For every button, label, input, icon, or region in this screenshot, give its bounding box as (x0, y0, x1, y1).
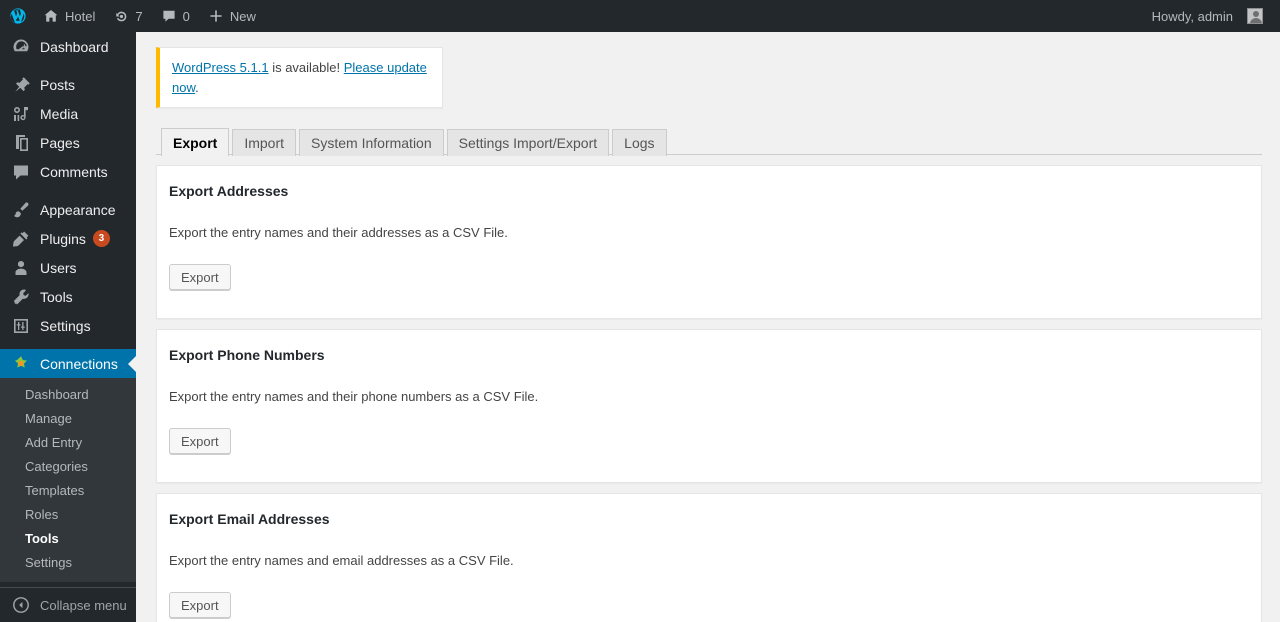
main-content: WordPress 5.1.1 is available! Please upd… (136, 32, 1280, 622)
submenu-item-templates[interactable]: Templates (0, 479, 136, 503)
new-content-label: New (229, 8, 256, 24)
panel-description: Export the entry names and their address… (169, 224, 508, 240)
brush-icon (11, 200, 31, 220)
comments-menu[interactable]: 0 (152, 0, 199, 32)
sidebar-item-tools[interactable]: Tools (0, 282, 136, 311)
sidebar-item-plugins[interactable]: Plugins 3 (0, 224, 136, 253)
site-name-label: Hotel (65, 8, 96, 24)
submenu-item-manage[interactable]: Manage (0, 407, 136, 431)
plugins-icon (11, 229, 31, 249)
export-email-addresses-button[interactable]: Export (169, 592, 231, 619)
avatar-icon (1247, 8, 1263, 24)
comment-bubble-icon (161, 8, 177, 24)
sidebar-item-label: Comments (40, 163, 108, 180)
sidebar-item-label: Posts (40, 76, 76, 93)
tab-list: Export Import System Information Setting… (161, 128, 1262, 157)
tab-import[interactable]: Import (232, 129, 297, 156)
update-notice: WordPress 5.1.1 is available! Please upd… (156, 47, 443, 108)
wordpress-logo-icon (10, 8, 26, 24)
submenu-item-categories[interactable]: Categories (0, 455, 136, 479)
sidebar-item-label: Dashboard (40, 38, 109, 55)
submenu-item-tools[interactable]: Tools (0, 527, 136, 551)
tab-system-information[interactable]: System Information (299, 129, 444, 156)
panel-title: Export Phone Numbers (169, 347, 325, 363)
sidebar-item-label: Plugins (40, 230, 86, 247)
wordpress-logo-button[interactable] (0, 0, 34, 32)
tab-settings-import-export[interactable]: Settings Import/Export (446, 129, 610, 156)
dashboard-icon (11, 37, 31, 57)
site-name-menu[interactable]: Hotel (34, 0, 104, 32)
sidebar-item-dashboard[interactable]: Dashboard (0, 32, 136, 61)
submenu-item-roles[interactable]: Roles (0, 503, 136, 527)
export-phone-numbers-panel: Export Phone Numbers Export the entry na… (156, 329, 1262, 483)
admin-bar: Hotel 7 0 New Howdy, admin (0, 0, 1280, 32)
sidebar-item-posts[interactable]: Posts (0, 70, 136, 99)
new-content-menu[interactable]: New (199, 0, 265, 32)
collapse-arrow-icon (11, 595, 31, 615)
home-icon (43, 8, 59, 24)
tab-bar: Export Import System Information Setting… (156, 127, 1262, 157)
pin-icon (11, 75, 31, 95)
admin-bar-right: Howdy, admin (1143, 0, 1280, 32)
sidebar-divider (0, 186, 136, 195)
media-icon (11, 104, 31, 124)
sidebar-item-label: Pages (40, 134, 80, 151)
sidebar-item-label: Users (40, 259, 77, 276)
export-addresses-panel: Export Addresses Export the entry names … (156, 165, 1262, 319)
notice-middle-text: is available! (268, 60, 344, 75)
my-account-menu[interactable]: Howdy, admin (1143, 0, 1272, 32)
panel-title: Export Email Addresses (169, 511, 330, 527)
panel-description: Export the entry names and their phone n… (169, 388, 539, 404)
tab-logs[interactable]: Logs (612, 129, 667, 156)
connections-submenu: Dashboard Manage Add Entry Categories Te… (0, 378, 136, 582)
sidebar-item-label: Settings (40, 317, 91, 334)
comments-icon (11, 162, 31, 182)
submenu-item-dashboard[interactable]: Dashboard (0, 383, 136, 407)
users-icon (11, 258, 31, 278)
content-wrap: WordPress 5.1.1 is available! Please upd… (136, 47, 1280, 622)
sidebar-item-comments[interactable]: Comments (0, 157, 136, 186)
sidebar-item-appearance[interactable]: Appearance (0, 195, 136, 224)
howdy-label: Howdy, admin (1151, 8, 1233, 24)
updates-count: 7 (135, 8, 143, 24)
sidebar-item-label: Media (40, 105, 79, 122)
settings-icon (11, 316, 31, 336)
sidebar-item-connections[interactable]: Connections (0, 349, 136, 378)
sidebar-item-media[interactable]: Media (0, 99, 136, 128)
export-phone-numbers-button[interactable]: Export (169, 428, 231, 455)
collapse-menu-label: Collapse menu (40, 597, 127, 613)
notice-trailing-text: . (195, 79, 199, 95)
sidebar-item-pages[interactable]: Pages (0, 128, 136, 157)
admin-sidebar: Dashboard Posts Media Pages Comments App… (0, 32, 136, 622)
sidebar-item-settings[interactable]: Settings (0, 311, 136, 340)
pages-icon (11, 133, 31, 153)
submenu-item-settings[interactable]: Settings (0, 551, 136, 575)
sidebar-divider (0, 61, 136, 70)
panel-title: Export Addresses (169, 183, 289, 199)
sidebar-menu: Dashboard Posts Media Pages Comments App… (0, 32, 136, 582)
sidebar-item-label: Appearance (40, 201, 116, 218)
sidebar-item-label: Connections (40, 355, 118, 372)
updates-menu[interactable]: 7 (104, 0, 151, 32)
comments-count: 0 (182, 8, 190, 24)
submenu-item-add-entry[interactable]: Add Entry (0, 431, 136, 455)
sidebar-item-label: Tools (40, 288, 73, 305)
wrench-icon (11, 287, 31, 307)
plus-icon (208, 8, 224, 24)
tab-export[interactable]: Export (161, 128, 230, 157)
wordpress-version-link[interactable]: WordPress 5.1.1 (172, 60, 269, 75)
sidebar-item-users[interactable]: Users (0, 253, 136, 282)
export-addresses-button[interactable]: Export (169, 264, 231, 291)
panel-description: Export the entry names and email address… (169, 552, 514, 568)
updates-icon (113, 8, 129, 24)
plugins-update-badge: 3 (92, 230, 110, 247)
export-email-addresses-panel: Export Email Addresses Export the entry … (156, 493, 1262, 622)
collapse-menu-button[interactable]: Collapse menu (0, 587, 136, 622)
sidebar-divider (0, 340, 136, 349)
connections-icon (11, 354, 31, 374)
